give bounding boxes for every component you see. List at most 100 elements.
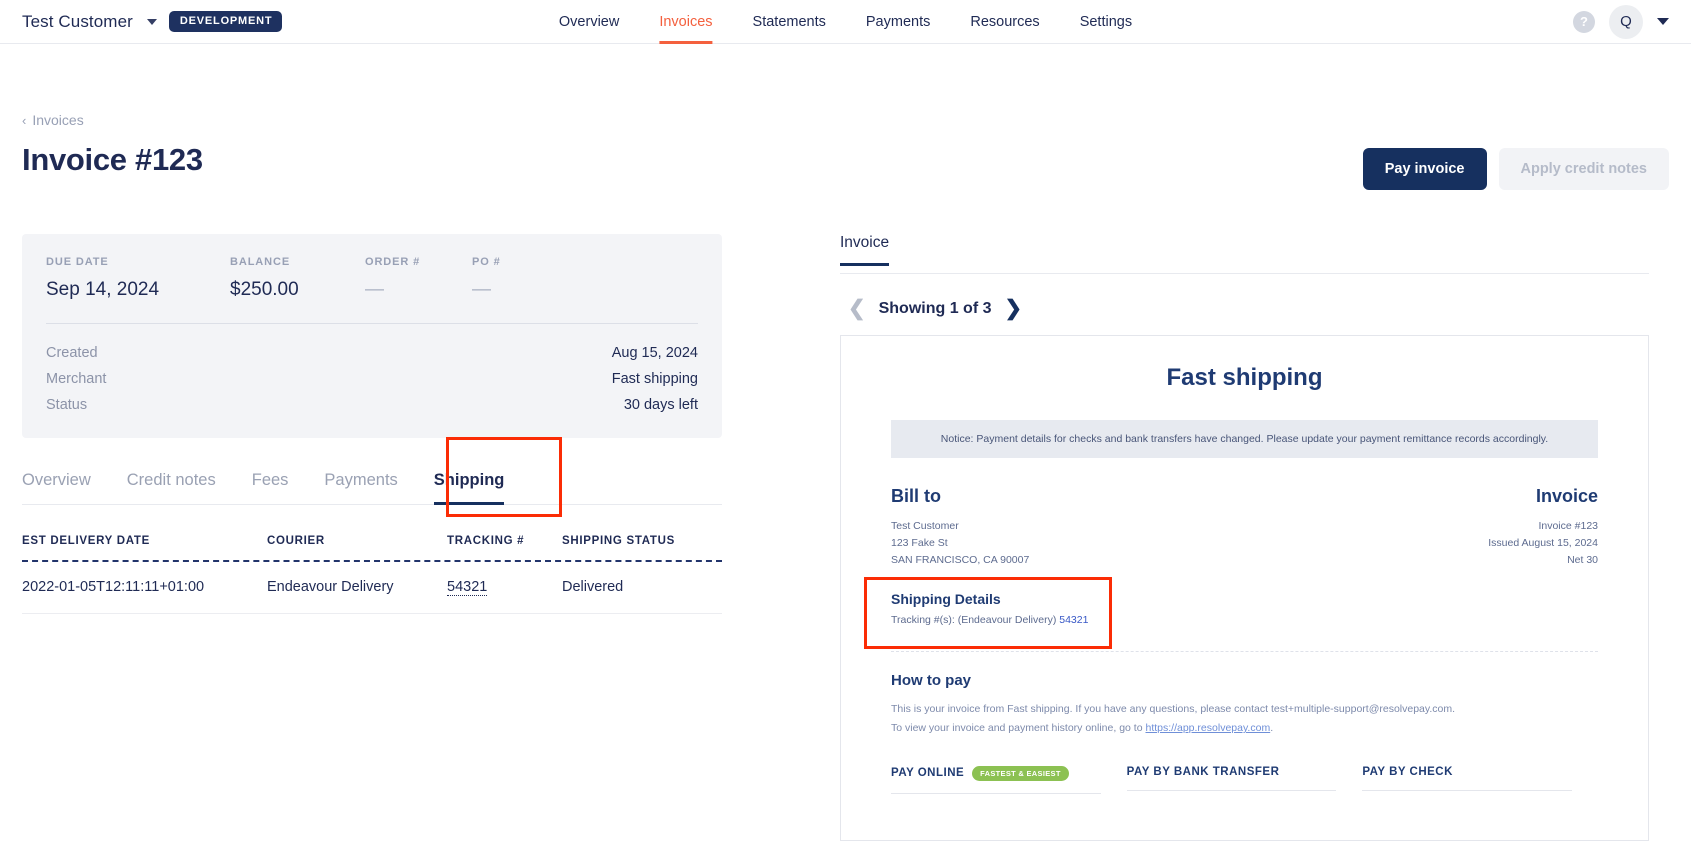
cell-shipping-status: Delivered (562, 579, 624, 595)
nav-tab-invoices[interactable]: Invoices (639, 0, 732, 44)
nav-right-cluster: ? Q (1573, 4, 1669, 39)
document-bill-to: Bill to Test Customer 123 Fake St SAN FR… (891, 486, 1029, 569)
chevron-left-icon: ‹ (22, 112, 27, 128)
cell-est-delivery-date: 2022-01-05T12:11:11+01:00 (22, 579, 205, 595)
breadcrumb[interactable]: ‹ Invoices (22, 112, 84, 128)
summary-label-order-number: ORDER # (365, 256, 421, 268)
summary-row-key-created: Created (46, 345, 98, 361)
pager-label: Showing 1 of 3 (878, 299, 992, 317)
summary-row-key-merchant: Merchant (46, 371, 107, 387)
bill-to-line-1: Test Customer (891, 520, 959, 532)
shipping-details-heading: Shipping Details (891, 591, 1001, 607)
how-to-pay-heading: How to pay (891, 672, 972, 689)
environment-badge: DEVELOPMENT (168, 11, 283, 32)
summary-row-value-status: 30 days left (623, 397, 698, 413)
document-how-to-pay: How to pay This is your invoice from Fas… (891, 672, 1598, 739)
nav-tab-settings[interactable]: Settings (1060, 0, 1152, 44)
highlight-box-shipping-details (864, 577, 1112, 649)
summary-value-order-number: — (365, 279, 384, 300)
summary-value-due-date: Sep 14, 2024 (46, 279, 160, 300)
top-navigation-bar: Test Customer DEVELOPMENT Overview Invoi… (0, 0, 1691, 44)
summary-value-po-number: — (472, 279, 491, 300)
avatar[interactable]: Q (1609, 4, 1643, 39)
page-body: ‹ Invoices Invoice #123 Pay invoice Appl… (0, 112, 1691, 841)
subtab-credit-notes[interactable]: Credit notes (109, 471, 234, 504)
summary-row-value-created: Aug 15, 2024 (611, 345, 698, 361)
chevron-left-icon[interactable]: ❮ (848, 298, 866, 319)
summary-row-key-status: Status (46, 397, 88, 413)
summary-metric-order-number: ORDER # — (365, 256, 472, 301)
apply-credit-notes-button[interactable]: Apply credit notes (1498, 148, 1669, 190)
summary-label-balance: BALANCE (230, 256, 291, 268)
pay-online-header: PAY ONLINE FASTEST & EASIEST (891, 765, 1101, 793)
resolvepay-link[interactable]: https://app.resolvepay.com (1145, 722, 1270, 734)
invoice-meta-line-3: Net 30 (1567, 554, 1598, 566)
column-header-shipping-status: SHIPPING STATUS (562, 535, 675, 547)
left-column: DUE DATE Sep 14, 2024 BALANCE $250.00 OR… (22, 234, 722, 841)
chevron-down-icon[interactable] (146, 18, 157, 25)
account-menu-chevron-down-icon[interactable] (1657, 18, 1669, 25)
how-to-pay-line-1: This is your invoice from Fast shipping.… (891, 703, 1456, 715)
header-actions: Pay invoice Apply credit notes (1362, 142, 1669, 190)
pay-check-rule (1362, 789, 1573, 791)
invoice-meta-heading: Invoice (1535, 486, 1598, 506)
primary-nav-tabs: Overview Invoices Statements Payments Re… (539, 0, 1152, 44)
invoice-pager: ❮ Showing 1 of 3 ❯ (840, 298, 1649, 319)
summary-row-status: Status 30 days left (46, 392, 698, 418)
nav-tab-resources[interactable]: Resources (950, 0, 1059, 44)
shipping-details-text: Tracking #(s): (Endeavour Delivery) 5432… (891, 614, 1598, 626)
document-notice-banner: Notice: Payment details for checks and b… (891, 420, 1598, 458)
pay-online-label: PAY ONLINE (891, 767, 965, 780)
summary-row-merchant: Merchant Fast shipping (46, 366, 698, 392)
payment-method-check: PAY BY CHECK (1362, 766, 1598, 794)
pay-bank-transfer-rule (1126, 789, 1337, 791)
summary-row-created: Created Aug 15, 2024 (46, 340, 698, 366)
payment-method-pay-online: PAY ONLINE FASTEST & EASIEST (891, 765, 1127, 794)
summary-metric-due-date: DUE DATE Sep 14, 2024 (46, 256, 230, 301)
document-invoice-meta: Invoice Invoice #123 Issued August 15, 2… (1488, 486, 1598, 569)
pay-bank-transfer-header: PAY BY BANK TRANSFER (1127, 766, 1337, 790)
help-icon[interactable]: ? (1573, 10, 1595, 33)
nav-tab-payments[interactable]: Payments (846, 0, 950, 44)
subtab-shipping[interactable]: Shipping (416, 471, 523, 505)
invoice-preview-tabs: Invoice (840, 234, 1649, 274)
bill-to-line-2: 123 Fake St (891, 537, 948, 549)
brand-name: Test Customer (22, 11, 133, 31)
subtab-payments[interactable]: Payments (306, 471, 415, 504)
column-header-est-delivery-date: EST DELIVERY DATE (22, 535, 150, 547)
document-divider (891, 651, 1598, 652)
pay-check-header: PAY BY CHECK (1362, 766, 1572, 790)
invoice-meta-line-1: Invoice #123 (1538, 520, 1598, 532)
document-payment-methods: PAY ONLINE FASTEST & EASIEST PAY BY BANK… (891, 765, 1598, 794)
payment-method-bank-transfer: PAY BY BANK TRANSFER (1126, 766, 1363, 794)
shipping-table: EST DELIVERY DATE COURIER TRACKING # SHI… (22, 535, 722, 614)
chevron-right-icon[interactable]: ❯ (1005, 298, 1023, 319)
shipping-table-header: EST DELIVERY DATE COURIER TRACKING # SHI… (22, 535, 722, 562)
summary-value-balance: $250.00 (230, 279, 299, 300)
summary-metric-balance: BALANCE $250.00 (230, 256, 365, 301)
shipping-details-prefix: Tracking #(s): (Endeavour Delivery) (891, 614, 1060, 626)
pay-online-badge: FASTEST & EASIEST (972, 765, 1069, 781)
subtab-fees[interactable]: Fees (234, 471, 307, 504)
invoice-document-preview: Fast shipping Notice: Payment details fo… (840, 335, 1649, 841)
summary-metrics: DUE DATE Sep 14, 2024 BALANCE $250.00 OR… (46, 256, 698, 323)
document-shipping-details: Shipping Details Tracking #(s): (Endeavo… (864, 577, 1598, 649)
page-title: Invoice #123 (22, 142, 203, 177)
brand-switcher[interactable]: Test Customer DEVELOPMENT (22, 11, 283, 32)
tab-invoice-preview[interactable]: Invoice (840, 234, 890, 266)
summary-label-due-date: DUE DATE (46, 256, 109, 268)
cell-courier: Endeavour Delivery (267, 579, 394, 595)
subtab-overview[interactable]: Overview (22, 471, 109, 504)
nav-tab-statements[interactable]: Statements (733, 0, 846, 44)
nav-tab-overview[interactable]: Overview (539, 0, 639, 44)
tracking-number-link[interactable]: 54321 (447, 579, 488, 596)
column-header-courier: COURIER (267, 535, 325, 547)
pay-invoice-button[interactable]: Pay invoice (1362, 148, 1487, 190)
invoice-subtabs: Overview Credit notes Fees Payments Ship… (22, 437, 722, 517)
invoice-meta-line-2: Issued August 15, 2024 (1488, 537, 1598, 549)
how-to-pay-line-2: To view your invoice and payment history… (891, 719, 1598, 738)
summary-label-po-number: PO # (472, 256, 501, 268)
pay-bank-transfer-label: PAY BY BANK TRANSFER (1126, 765, 1280, 778)
column-header-tracking: TRACKING # (447, 535, 525, 547)
how-to-pay-line-2-suffix: . (1270, 722, 1274, 735)
